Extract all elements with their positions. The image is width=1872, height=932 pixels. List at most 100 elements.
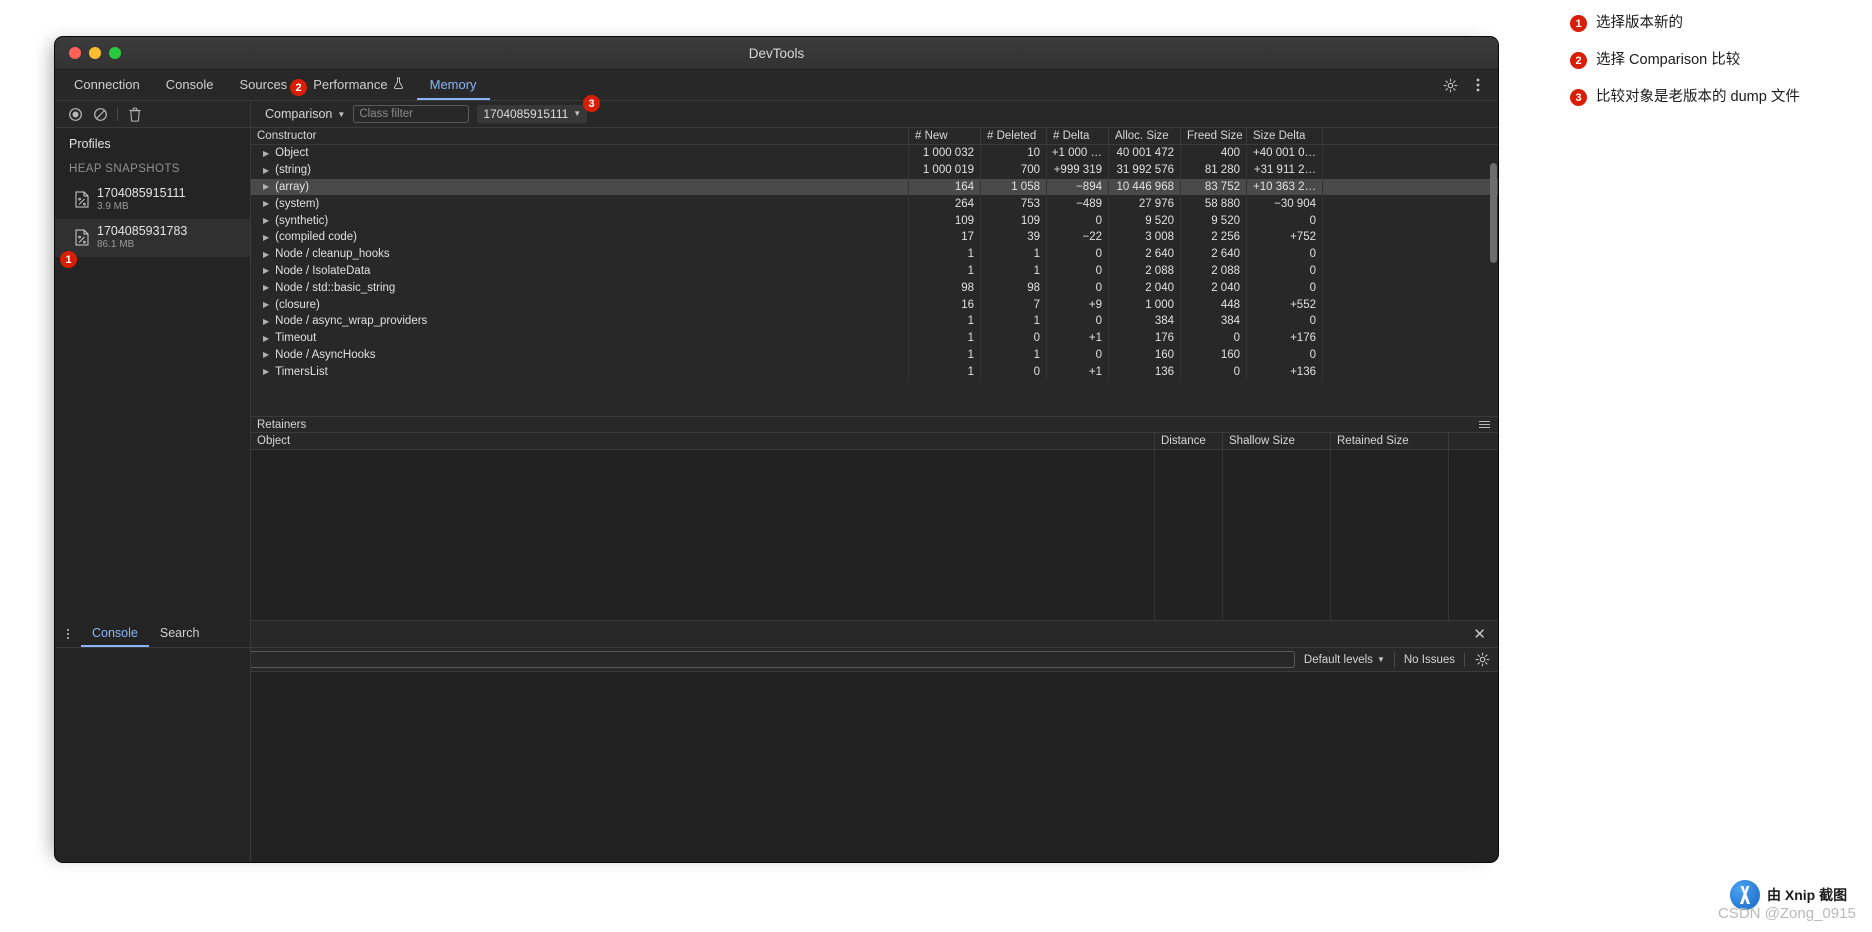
expand-triangle-icon[interactable]: ▶ [263,317,269,326]
vertical-scrollbar[interactable] [1490,163,1497,263]
annotation-list: 1 选择版本新的 2 选择 Comparison 比较 3 比较对象是老版本的 … [1570,14,1870,125]
toolbar-separator [1464,652,1465,667]
tab-connection[interactable]: Connection [61,70,153,100]
clear-icon[interactable] [92,106,108,122]
expand-triangle-icon[interactable]: ▶ [263,149,269,158]
close-icon[interactable]: ✕ [1461,621,1498,647]
view-mode-dropdown[interactable]: Comparison ▼ [265,107,345,121]
constructor-name: Node / async_wrap_providers [275,315,428,328]
column-header-size-delta[interactable]: Size Delta [1247,128,1323,144]
table-row[interactable]: ▶ Node / std::basic_string 98 98 0 2 040 2 040… [251,279,1498,297]
column-header-alloc-size[interactable]: Alloc. Size [1109,128,1181,144]
retainers-body[interactable] [251,450,1498,620]
snapshot-item-2-size: 86.1 MB [97,239,135,250]
column-header-freed-size[interactable]: Freed Size [1181,128,1247,144]
column-header-delta[interactable]: # Delta [1047,128,1109,144]
sidebar-group-heap-snapshots: HEAP SNAPSHOTS [69,163,180,175]
constructor-name: Timeout [275,332,317,345]
drawer-more-icon[interactable] [55,621,81,647]
table-row[interactable]: ▶ Node / async_wrap_providers 1 1 0 384 384 0 [251,312,1498,330]
tab-performance[interactable]: Performance [300,70,416,100]
expand-triangle-icon[interactable]: ▶ [263,216,269,225]
retainers-column-distance[interactable]: Distance [1155,433,1223,449]
cell-deleted: 98 [981,279,1047,297]
more-vertical-icon[interactable] [1470,77,1486,93]
gear-icon[interactable] [1442,77,1458,93]
console-issues-label[interactable]: No Issues [1404,654,1455,666]
cell-constructor: ▶ Node / async_wrap_providers [251,312,909,330]
table-row[interactable]: ▶ (synthetic) 109 109 0 9 520 9 520 0 [251,212,1498,229]
table-row[interactable]: ▶ Node / AsyncHooks 1 1 0 160 160 0 [251,346,1498,364]
snapshot-item-1[interactable]: 1704085915111 3.9 MB [55,181,250,219]
table-row[interactable]: ▶ Node / cleanup_hooks 1 1 0 2 640 2 640 0 [251,245,1498,263]
annotation-1-badge: 1 [1570,15,1587,32]
table-row[interactable]: ▶ (array) 164 1 058 −894 10 446 968 83 752 +10 … [251,178,1498,196]
cell-constructor: ▶ Node / IsolateData [251,262,909,280]
expand-triangle-icon[interactable]: ▶ [263,283,269,292]
expand-triangle-icon[interactable]: ▶ [263,166,269,175]
expand-triangle-icon[interactable]: ▶ [263,300,269,309]
record-icon[interactable] [67,106,83,122]
constructor-grid-scroller[interactable]: ▶ Object 1 000 032 10 +1 000 … 40 001 472 400 +… [251,145,1498,416]
console-levels-dropdown[interactable]: Default levels ▼ [1304,654,1385,666]
cell-constructor: ▶ (string) [251,161,909,179]
tab-memory[interactable]: Memory [416,70,490,100]
minimize-window-button[interactable] [89,47,101,59]
drawer-tab-search[interactable]: Search [149,621,211,647]
expand-triangle-icon[interactable]: ▶ [263,266,269,275]
annotation-3-text: 比较对象是老版本的 dump 文件 [1596,89,1800,105]
cell-constructor: ▶ Object [251,145,909,162]
table-row[interactable]: ▶ Node / IsolateData 1 1 0 2 088 2 088 0 [251,262,1498,280]
table-row[interactable]: ▶ (compiled code) 17 39 −22 3 008 2 256 +752 [251,228,1498,246]
retainers-column-object[interactable]: Object [251,433,1155,449]
gear-icon[interactable] [1474,652,1490,668]
tab-console[interactable]: Console [153,70,227,100]
expand-triangle-icon[interactable]: ▶ [263,199,269,208]
console-output[interactable]: › [55,672,1498,862]
expand-triangle-icon[interactable]: ▶ [263,250,269,259]
class-filter-input[interactable]: Class filter [353,105,470,123]
cell-deleted: 109 [981,212,1047,229]
watermark-credit: CSDN @Zong_0915 [1718,905,1856,922]
cell-constructor: ▶ (system) [251,195,909,213]
flask-icon [393,77,404,92]
chevron-down-icon: ▼ [573,109,582,118]
table-row[interactable]: ▶ (system) 264 753 −489 27 976 58 880 −30 904 [251,195,1498,213]
drawer-tab-console[interactable]: Console [81,621,149,647]
expand-triangle-icon[interactable]: ▶ [263,367,269,376]
snapshot-file-icon [75,229,89,246]
close-window-button[interactable] [69,47,81,59]
tab-sources[interactable]: Sources [226,70,300,100]
expand-triangle-icon[interactable]: ▶ [263,182,269,191]
cell-new: 1 [909,363,981,381]
expand-triangle-icon[interactable]: ▶ [263,334,269,343]
cell-new: 98 [909,279,981,297]
table-row[interactable]: ▶ (string) 1 000 019 700 +999 319 31 992 576 8… [251,161,1498,179]
cell-constructor: ▶ (closure) [251,296,909,313]
expand-triangle-icon[interactable]: ▶ [263,233,269,242]
sidebar-title: Profiles [69,137,111,151]
expand-triangle-icon[interactable]: ▶ [263,350,269,359]
table-row[interactable]: ▶ Object 1 000 032 10 +1 000 … 40 001 472 400 +… [251,145,1498,162]
maximize-window-button[interactable] [109,47,121,59]
baseline-snapshot-dropdown[interactable]: 1704085915111 ▼ [477,105,588,123]
cell-size_delta: +176 [1247,329,1323,347]
retainers-column-shallow-size[interactable]: Shallow Size [1223,433,1331,449]
console-filter-input[interactable]: Filter [185,651,1295,668]
table-row[interactable]: ▶ (closure) 16 7 +9 1 000 448 +552 [251,296,1498,313]
cell-delta: −489 [1047,195,1109,213]
retainers-header: Retainers [251,416,1498,433]
column-header-constructor[interactable]: Constructor [251,128,909,144]
cell-freed: 448 [1181,296,1247,313]
table-row[interactable]: ▶ Timeout 1 0 +1 176 0 +176 [251,329,1498,347]
column-header-deleted[interactable]: # Deleted [981,128,1047,144]
retainers-column-retained-size[interactable]: Retained Size [1331,433,1449,449]
snapshot-item-2[interactable]: 1704085931783 86.1 MB [55,219,250,257]
trash-icon[interactable] [127,106,143,122]
window-controls[interactable] [69,47,121,59]
cell-freed: 9 520 [1181,212,1247,229]
constructor-name: (system) [275,197,320,210]
column-header-new[interactable]: # New [909,128,981,144]
table-row[interactable]: ▶ TimersList 1 0 +1 136 0 +136 [251,363,1498,381]
retainers-menu-icon[interactable] [1479,421,1490,428]
